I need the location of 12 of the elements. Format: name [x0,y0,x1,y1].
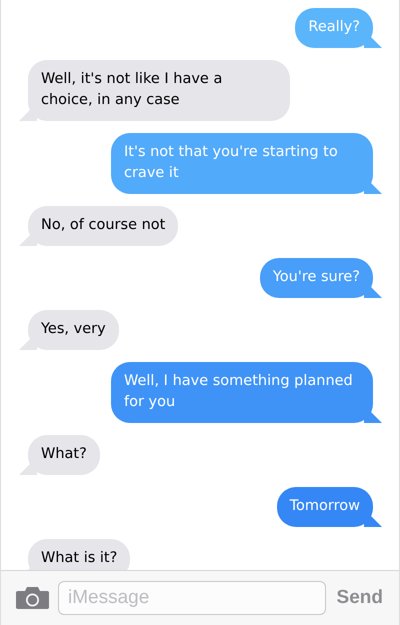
send-button[interactable]: Send [334,587,385,609]
sent-message: You're sure? [260,258,382,298]
sent-message: Really? [295,8,382,48]
camera-icon[interactable] [16,587,49,609]
message-field[interactable]: iMessage [58,581,326,615]
sent-message: It's not that you're starting to crave it [111,133,382,194]
received-message: No, of course not [19,206,178,246]
received-message: Well, it's not like I have a choice, in any case [19,60,290,121]
received-message: Yes, very [19,310,119,350]
sent-message: Well, I have something planned for you [111,362,382,423]
sent-message: Tomorrow [276,487,382,527]
received-message: What? [19,435,100,475]
